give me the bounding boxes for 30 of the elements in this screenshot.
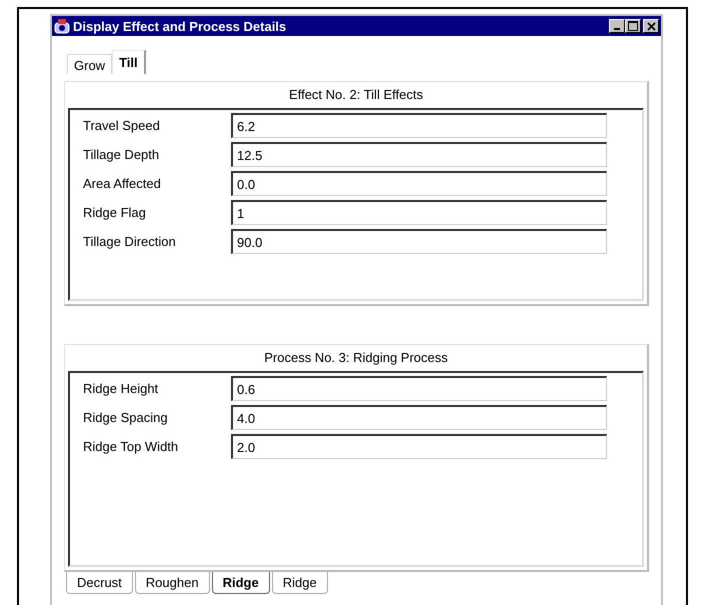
tab[interactable]: Grow bbox=[67, 54, 112, 74]
close-button[interactable] bbox=[643, 19, 659, 33]
field-label: Ridge Spacing bbox=[82, 410, 169, 425]
minimize-button[interactable] bbox=[609, 19, 625, 33]
input-field[interactable]: 6.2 bbox=[231, 113, 607, 138]
tab[interactable]: Ridge bbox=[212, 572, 270, 594]
close-icon bbox=[646, 22, 656, 30]
field-label: Travel Speed bbox=[82, 118, 161, 133]
window-title: Display Effect and Process Details bbox=[73, 18, 288, 34]
tab[interactable]: Decrust bbox=[66, 572, 133, 594]
field-label: Ridge Height bbox=[82, 381, 160, 396]
field-label: Tillage Direction bbox=[82, 234, 177, 249]
field-label: Ridge Top Width bbox=[82, 439, 180, 454]
maximize-button[interactable] bbox=[625, 19, 641, 33]
field-label: Tillage Depth bbox=[82, 147, 160, 162]
input-field[interactable]: 1 bbox=[231, 200, 607, 225]
tab[interactable]: Ridge bbox=[272, 572, 328, 594]
tab[interactable]: Till bbox=[112, 50, 146, 74]
input-field[interactable]: 0.0 bbox=[231, 171, 607, 196]
panel-title: Process No. 3: Ridging Process bbox=[263, 349, 449, 367]
panel-title: Effect No. 2: Till Effects bbox=[288, 86, 424, 104]
input-field[interactable]: 2.0 bbox=[231, 434, 607, 459]
input-field[interactable]: 4.0 bbox=[231, 405, 607, 430]
field-label: Ridge Flag bbox=[82, 205, 147, 220]
input-field[interactable]: 90.0 bbox=[231, 229, 607, 254]
field-label: Area Affected bbox=[82, 176, 162, 191]
maximize-icon bbox=[628, 21, 638, 31]
input-field[interactable]: 0.6 bbox=[231, 376, 607, 401]
input-field[interactable]: 12.5 bbox=[231, 142, 607, 167]
tab[interactable]: Roughen bbox=[134, 572, 210, 594]
